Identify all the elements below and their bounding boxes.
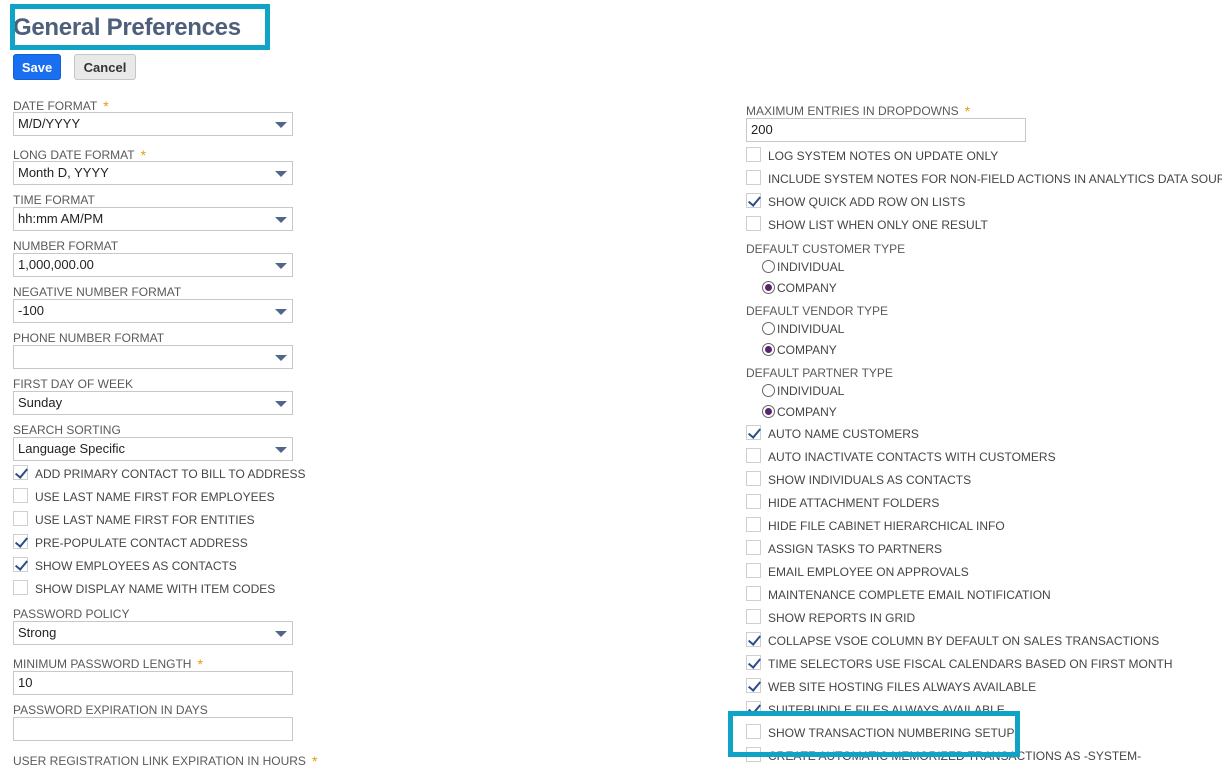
checkbox-label: PRE-POPULATE CONTACT ADDRESS	[35, 536, 248, 550]
chevron-down-icon	[275, 355, 287, 361]
checkbox-show-reports-in-grid[interactable]	[746, 609, 761, 624]
checkbox-auto-inactivate-contacts-with-customers[interactable]	[746, 448, 761, 463]
checkbox-label: COLLAPSE VSOE COLUMN BY DEFAULT ON SALES…	[768, 634, 1160, 648]
date-format-label: DATE FORMAT *	[13, 98, 109, 114]
title-highlight-box	[10, 4, 270, 50]
first-day-of-week-label: FIRST DAY OF WEEK	[13, 377, 134, 391]
save-button[interactable]: Save	[13, 54, 61, 80]
checkbox-label: AUTO NAME CUSTOMERS	[768, 427, 919, 441]
checkbox-show-quick-add-row-on-lists[interactable]	[746, 193, 761, 208]
checkbox-label: SHOW QUICK ADD ROW ON LISTS	[768, 195, 966, 209]
checkbox-pre-populate-contact-address[interactable]	[13, 534, 28, 549]
checkbox-log-system-notes-on-update-only[interactable]	[746, 147, 761, 162]
password-expiration-label: PASSWORD EXPIRATION IN DAYS	[13, 703, 208, 717]
partner-type-company-radio[interactable]	[762, 405, 775, 418]
password-policy-label: PASSWORD POLICY	[13, 607, 130, 621]
chevron-down-icon	[275, 122, 287, 128]
checkbox-label: AUTO INACTIVATE CONTACTS WITH CUSTOMERS	[768, 450, 1056, 464]
customer-type-company-label: COMPANY	[777, 281, 837, 295]
checkbox-label: USE LAST NAME FIRST FOR ENTITIES	[35, 513, 255, 527]
checkbox-label: USE LAST NAME FIRST FOR EMPLOYEES	[35, 490, 275, 504]
vendor-type-individual-label: INDIVIDUAL	[777, 322, 845, 336]
checkbox-show-employees-as-contacts[interactable]	[13, 557, 28, 572]
max-entries-input[interactable]: 200	[746, 118, 1026, 142]
checkbox-label: SHOW EMPLOYEES AS CONTACTS	[35, 559, 237, 573]
search-sorting-select[interactable]: Language Specific	[13, 437, 293, 461]
negative-number-format-select[interactable]: -100	[13, 299, 293, 323]
checkbox-label: HIDE ATTACHMENT FOLDERS	[768, 496, 940, 510]
number-format-label: NUMBER FORMAT	[13, 239, 119, 253]
checkbox-maintenance-complete-email-notification[interactable]	[746, 586, 761, 601]
checkbox-label: SHOW INDIVIDUALS AS CONTACTS	[768, 473, 972, 487]
chevron-down-icon	[275, 309, 287, 315]
vendor-type-company-label: COMPANY	[777, 343, 837, 357]
checkbox-label: SHOW LIST WHEN ONLY ONE RESULT	[768, 218, 988, 232]
min-password-length-label: MINIMUM PASSWORD LENGTH *	[13, 656, 203, 672]
chevron-down-icon	[275, 447, 287, 453]
default-partner-type-label: DEFAULT PARTNER TYPE	[746, 366, 893, 380]
checkbox-hide-file-cabinet-hierarchical-info[interactable]	[746, 517, 761, 532]
chevron-down-icon	[275, 263, 287, 269]
vendor-type-individual-radio[interactable]	[762, 322, 775, 335]
cancel-button[interactable]: Cancel	[74, 54, 136, 80]
chevron-down-icon	[275, 217, 287, 223]
checkbox-add-primary-contact-to-bill-to-address[interactable]	[13, 465, 28, 480]
checkbox-label: TIME SELECTORS USE FISCAL CALENDARS BASE…	[768, 657, 1173, 671]
checkbox-show-list-when-only-one-result[interactable]	[746, 216, 761, 231]
number-format-select[interactable]: 1,000,000.00	[13, 253, 293, 277]
customer-type-company-radio[interactable]	[762, 281, 775, 294]
max-entries-label: MAXIMUM ENTRIES IN DROPDOWNS *	[746, 103, 971, 119]
checkbox-label: EMAIL EMPLOYEE ON APPROVALS	[768, 565, 969, 579]
checkbox-hide-attachment-folders[interactable]	[746, 494, 761, 509]
customer-type-individual-radio[interactable]	[762, 260, 775, 273]
partner-type-individual-label: INDIVIDUAL	[777, 384, 845, 398]
negative-number-format-label: NEGATIVE NUMBER FORMAT	[13, 285, 182, 299]
checkbox-include-system-notes-for-non-field-actions-in-analytics-data-source[interactable]	[746, 170, 761, 185]
checkbox-label: SHOW REPORTS IN GRID	[768, 611, 916, 625]
long-date-format-label: LONG DATE FORMAT *	[13, 147, 147, 163]
checkbox-web-site-hosting-files-always-available[interactable]	[746, 678, 761, 693]
checkbox-label: LOG SYSTEM NOTES ON UPDATE ONLY	[768, 149, 999, 163]
password-expiration-input[interactable]	[13, 717, 293, 741]
search-sorting-label: SEARCH SORTING	[13, 423, 121, 437]
checkbox-label: MAINTENANCE COMPLETE EMAIL NOTIFICATION	[768, 588, 1051, 602]
phone-number-format-select[interactable]	[13, 345, 293, 369]
checkbox-email-employee-on-approvals[interactable]	[746, 563, 761, 578]
password-policy-select[interactable]: Strong	[13, 621, 293, 645]
checkbox-label: HIDE FILE CABINET HIERARCHICAL INFO	[768, 519, 1005, 533]
long-date-format-select[interactable]: Month D, YYYY	[13, 161, 293, 185]
checkbox-label: INCLUDE SYSTEM NOTES FOR NON-FIELD ACTIO…	[768, 172, 1222, 186]
time-format-label: TIME FORMAT	[13, 193, 95, 207]
checkbox-show-display-name-with-item-codes[interactable]	[13, 580, 28, 595]
vendor-type-company-radio[interactable]	[762, 343, 775, 356]
checkbox-label: ASSIGN TASKS TO PARTNERS	[768, 542, 943, 556]
numbering-setup-highlight-box	[728, 711, 1020, 757]
checkbox-show-individuals-as-contacts[interactable]	[746, 471, 761, 486]
chevron-down-icon	[275, 631, 287, 637]
user-registration-link-label: USER REGISTRATION LINK EXPIRATION IN HOU…	[13, 753, 318, 769]
checkbox-use-last-name-first-for-entities[interactable]	[13, 511, 28, 526]
checkbox-use-last-name-first-for-employees[interactable]	[13, 488, 28, 503]
min-password-length-input[interactable]: 10	[13, 671, 293, 695]
default-customer-type-label: DEFAULT CUSTOMER TYPE	[746, 242, 906, 256]
partner-type-company-label: COMPANY	[777, 405, 837, 419]
checkbox-auto-name-customers[interactable]	[746, 425, 761, 440]
checkbox-label: SHOW DISPLAY NAME WITH ITEM CODES	[35, 582, 276, 596]
first-day-of-week-select[interactable]: Sunday	[13, 391, 293, 415]
chevron-down-icon	[275, 171, 287, 177]
time-format-select[interactable]: hh:mm AM/PM	[13, 207, 293, 231]
partner-type-individual-radio[interactable]	[762, 384, 775, 397]
default-vendor-type-label: DEFAULT VENDOR TYPE	[746, 304, 889, 318]
customer-type-individual-label: INDIVIDUAL	[777, 260, 845, 274]
checkbox-assign-tasks-to-partners[interactable]	[746, 540, 761, 555]
date-format-select[interactable]: M/D/YYYY	[13, 112, 293, 136]
checkbox-label: ADD PRIMARY CONTACT TO BILL TO ADDRESS	[35, 467, 306, 481]
checkbox-label: WEB SITE HOSTING FILES ALWAYS AVAILABLE	[768, 680, 1037, 694]
checkbox-collapse-vsoe-column-by-default-on-sales-transactions[interactable]	[746, 632, 761, 647]
checkbox-time-selectors-use-fiscal-calendars-based-on-first-month[interactable]	[746, 655, 761, 670]
phone-number-format-label: PHONE NUMBER FORMAT	[13, 331, 165, 345]
chevron-down-icon	[275, 401, 287, 407]
